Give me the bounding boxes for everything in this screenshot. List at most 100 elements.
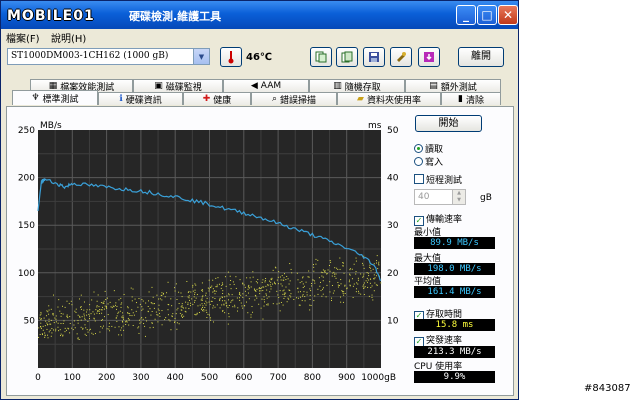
access-time-point	[206, 317, 208, 319]
short-stroke-checkbox[interactable]: 短程測試	[414, 173, 462, 186]
access-time-point	[62, 334, 64, 336]
access-time-point	[106, 328, 108, 330]
access-time-point	[151, 311, 153, 313]
access-time-point	[87, 331, 89, 333]
access-time-point	[137, 306, 139, 308]
access-time-point	[245, 301, 247, 303]
access-time-point	[59, 335, 61, 337]
access-time-point	[187, 291, 189, 293]
access-time-point	[205, 309, 207, 311]
access-time-point	[376, 260, 378, 262]
access-time-point	[147, 305, 149, 307]
access-time-point	[264, 280, 266, 282]
access-time-point	[65, 329, 67, 331]
start-button[interactable]: 開始	[415, 115, 482, 132]
spinner-arrows-icon[interactable]: ▲ ▼	[452, 190, 465, 204]
access-time-point	[157, 314, 159, 316]
x-tick-label: 0	[35, 373, 41, 383]
access-time-point	[370, 287, 372, 289]
access-time-point	[321, 295, 323, 297]
access-time-point	[272, 283, 274, 285]
access-time-point	[62, 335, 64, 337]
access-time-point	[205, 300, 207, 302]
access-time-point	[249, 287, 251, 289]
access-time-point	[374, 282, 376, 284]
access-time-point	[221, 300, 223, 302]
access-time-point	[177, 307, 179, 309]
access-time-point	[303, 291, 305, 293]
access-time-point	[332, 272, 334, 274]
access-time-point	[288, 289, 290, 291]
access-time-point	[201, 298, 203, 300]
access-time-point	[78, 298, 80, 300]
transfer-rate-checkbox[interactable]: ✓ 傳輸速率	[414, 212, 462, 226]
access-time-point	[249, 277, 251, 279]
access-time-point	[231, 294, 233, 296]
access-time-point	[360, 273, 362, 275]
access-time-point	[48, 305, 50, 307]
access-time-point	[280, 283, 282, 285]
access-time-point	[141, 299, 143, 301]
access-time-point	[44, 325, 46, 327]
write-radio[interactable]: 寫入	[414, 155, 443, 168]
access-time-point	[209, 314, 211, 316]
access-time-point	[159, 315, 161, 317]
access-time-point	[59, 329, 61, 331]
access-time-point	[369, 264, 371, 266]
access-time-point	[232, 281, 234, 283]
access-time-point	[229, 284, 231, 286]
access-time-point	[212, 279, 214, 281]
access-time-point	[339, 257, 341, 259]
access-time-point	[76, 333, 78, 335]
access-time-point	[113, 290, 115, 292]
access-time-point	[149, 327, 151, 329]
access-time-point	[239, 293, 241, 295]
access-time-point	[283, 297, 285, 299]
short-stroke-spinner[interactable]: 40 ▲ ▼	[414, 189, 466, 205]
access-time-point	[329, 281, 331, 283]
access-time-point	[39, 334, 41, 336]
access-time-point	[144, 325, 146, 327]
access-time-point	[355, 291, 357, 293]
access-time-point	[115, 308, 117, 310]
access-time-point	[250, 314, 252, 316]
access-time-point	[329, 260, 331, 262]
access-time-point	[367, 272, 369, 274]
access-time-point	[170, 298, 172, 300]
access-time-point	[131, 309, 133, 311]
access-time-point	[331, 285, 333, 287]
access-time-point	[376, 284, 378, 286]
access-time-point	[299, 291, 301, 293]
access-time-point	[296, 297, 298, 299]
y-right-tick-label: 20	[387, 269, 399, 279]
access-time-point	[96, 312, 98, 314]
access-time-point	[89, 309, 91, 311]
access-time-point	[346, 287, 348, 289]
access-time-point	[62, 322, 64, 324]
access-time-point	[47, 334, 49, 336]
access-time-point	[224, 300, 226, 302]
access-time-point	[91, 299, 93, 301]
access-time-point	[55, 315, 57, 317]
access-time-point	[214, 293, 216, 295]
access-time-point	[158, 309, 160, 311]
access-time-point	[277, 283, 279, 285]
access-time-point	[306, 294, 308, 296]
access-time-point	[227, 271, 229, 273]
access-time-point	[100, 302, 102, 304]
access-time-point	[239, 279, 241, 281]
access-time-point	[348, 279, 350, 281]
access-time-point	[181, 313, 183, 315]
read-radio[interactable]: 讀取	[414, 142, 443, 155]
access-time-point	[175, 283, 177, 285]
access-time-point	[167, 281, 169, 283]
access-time-point	[376, 255, 378, 257]
watermark: #843087	[584, 383, 631, 394]
access-time-point	[325, 296, 327, 298]
access-time-point	[277, 276, 279, 278]
access-time-point	[142, 318, 144, 320]
access-time-point	[328, 265, 330, 267]
burst-rate-checkbox[interactable]: ✓ 突發速率	[414, 333, 462, 347]
access-time-point	[335, 273, 337, 275]
access-time-point	[362, 285, 364, 287]
